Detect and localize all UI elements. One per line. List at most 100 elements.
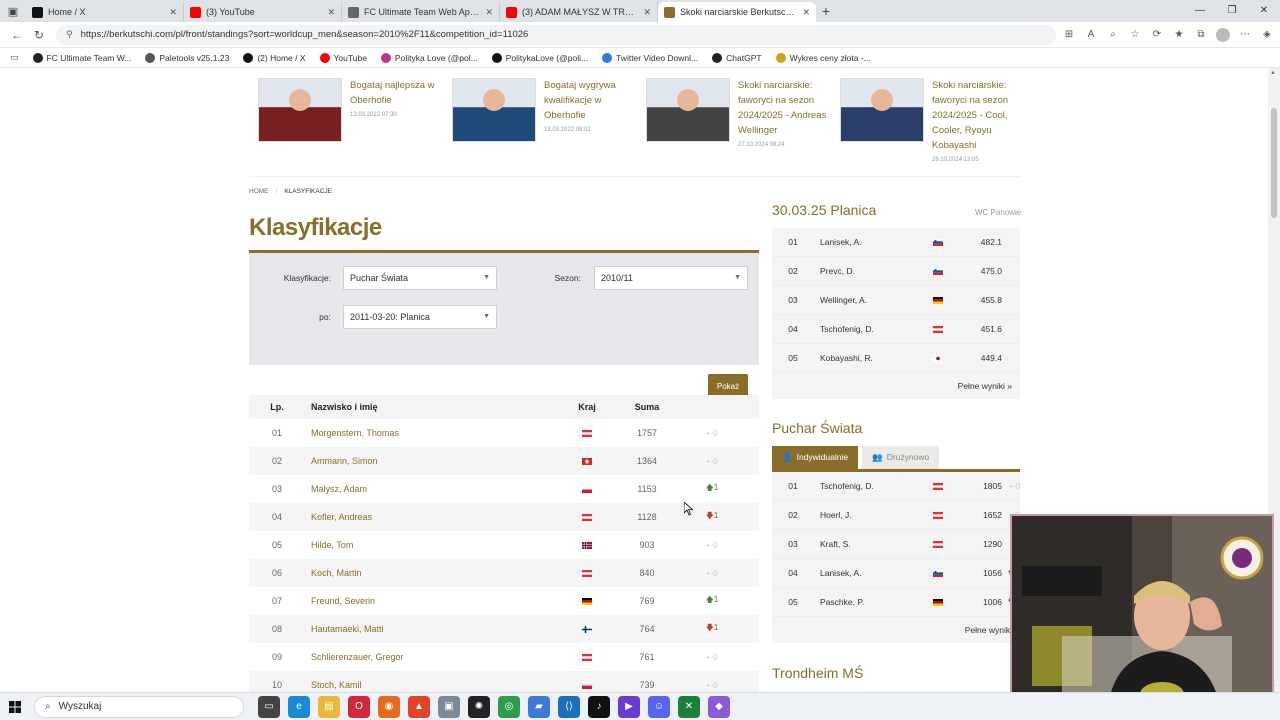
photos-icon[interactable]: ▣ [438, 695, 460, 718]
discord-icon[interactable]: ☺ [648, 695, 670, 718]
season-select[interactable]: 2010/11 ▼ [594, 266, 748, 290]
header-country[interactable]: Kraj [557, 402, 617, 412]
favorite-star-icon[interactable]: ☆ [1128, 29, 1142, 40]
browser-tab[interactable]: Skoki narciarskie Berkutschi.com ✕ [658, 2, 816, 22]
close-tab-icon[interactable]: ✕ [485, 7, 493, 18]
bookmark-item[interactable]: Paletools v25.1.23 [145, 52, 229, 63]
news-item[interactable]: Bogataj najlepsza w Oberhofie 13.03.2022 … [258, 78, 440, 158]
close-tab-icon[interactable]: ✕ [169, 7, 177, 18]
reload-button[interactable]: ↻ [28, 28, 50, 42]
site-info-icon[interactable]: ⚲ [66, 29, 73, 40]
more-menu-icon[interactable]: ⋯ [1238, 29, 1252, 40]
close-tab-icon[interactable]: ✕ [802, 7, 810, 18]
scroll-up-icon[interactable]: ▲ [1270, 70, 1276, 76]
maximize-button[interactable]: ❐ [1216, 0, 1248, 22]
athlete-name-link[interactable]: Malysz, Adam [305, 484, 557, 494]
back-button[interactable]: ← [6, 28, 28, 42]
next-event-title[interactable]: Trondheim MŚ [772, 665, 863, 681]
tab-actions-icon[interactable]: ▣ [0, 0, 26, 22]
zoom-icon[interactable]: ⌕ [1106, 29, 1120, 40]
firefox-icon[interactable]: ◉ [378, 695, 400, 718]
taskbar-search[interactable]: ⌕ Wyszukaj [34, 695, 244, 718]
athlete-name[interactable]: Kobayashi, R. [814, 353, 924, 363]
chrome-icon[interactable]: ◎ [498, 695, 520, 718]
bookmarks-menu-icon[interactable]: ▭ [10, 52, 19, 63]
split-view-icon[interactable]: ⊞ [1062, 29, 1076, 40]
edge-icon[interactable]: e [288, 695, 310, 718]
athlete-name-link[interactable]: Morgenstern, Thomas [305, 428, 557, 438]
xbox-icon[interactable]: ✕ [678, 695, 700, 718]
close-window-button[interactable]: ✕ [1248, 0, 1280, 22]
event-full-results-link[interactable]: Pełne wyniki » [772, 373, 1020, 399]
vscode-icon[interactable]: ⟨⟩ [558, 695, 580, 718]
news-item[interactable]: Bogataj wygrywa kwalifikacje w Oberhofie… [452, 78, 634, 158]
premiere-icon[interactable]: ▶ [618, 695, 640, 718]
news-item[interactable]: Skoki narciarskie: faworyci na sezon 202… [840, 78, 1022, 163]
athlete-name-link[interactable]: Freund, Severin [305, 596, 557, 606]
athlete-name[interactable]: Wellinger, A. [814, 295, 924, 305]
task-view-icon[interactable]: ▭ [258, 695, 280, 718]
bookmark-item[interactable]: Twitter Video Downl... [602, 52, 698, 63]
header-lp[interactable]: Lp. [249, 402, 305, 412]
athlete-name[interactable]: Lanisek, A. [814, 237, 924, 247]
athlete-name-link[interactable]: Stoch, Kamil [305, 680, 557, 690]
news-thumbnail[interactable] [258, 78, 342, 142]
classification-select[interactable]: Puchar Świata ▼ [343, 266, 497, 290]
bookmark-item[interactable]: ChatGPT [712, 52, 762, 63]
favorites-icon[interactable]: ★ [1172, 29, 1186, 40]
bookmark-item[interactable]: (2) Home / X [243, 52, 306, 63]
browser-tab[interactable]: (3) YouTube ✕ [184, 2, 342, 22]
news-title[interactable]: Skoki narciarskie: faworyci na sezon 202… [932, 78, 1022, 153]
athlete-name-link[interactable]: Hilde, Tom [305, 540, 557, 550]
tab-individual[interactable]: 👤 Indywidualnie [772, 446, 859, 469]
athlete-name-link[interactable]: Schlierenzauer, Gregor [305, 652, 557, 662]
athlete-name[interactable]: Lanisek, A. [814, 568, 924, 578]
refresh-extension-icon[interactable]: ⟳ [1150, 29, 1164, 40]
breadcrumb-home[interactable]: HOME [249, 188, 269, 195]
browser-tab[interactable]: Home / X ✕ [26, 2, 184, 22]
tiktok-app-icon[interactable]: ♪ [588, 695, 610, 718]
windows-start-icon[interactable] [0, 693, 30, 720]
brave-icon[interactable]: ▲ [408, 695, 430, 718]
competition-date-select[interactable]: 2011-03-20: Planica ▼ [343, 305, 497, 329]
latest-event-title[interactable]: 30.03.25 Planica [772, 202, 876, 218]
news-title[interactable]: Skoki narciarskie: faworyci na sezon 202… [738, 78, 828, 138]
athlete-name[interactable]: Kraft, S. [814, 539, 924, 549]
app-icon[interactable]: ◆ [708, 695, 730, 718]
browser-tab[interactable]: FC Ultimate Team Web App - EA ✕ [342, 2, 500, 22]
bookmark-item[interactable]: FC Ultimate Team W... [32, 52, 131, 63]
athlete-name[interactable]: Prevc, D. [814, 266, 924, 276]
world-cup-full-results-link[interactable]: Pełne wyniki [772, 617, 1020, 643]
news-title[interactable]: Bogataj wygrywa kwalifikacje w Oberhofie [544, 78, 634, 123]
athlete-name[interactable]: Tschofenig, D. [814, 481, 924, 491]
scrollbar-thumb[interactable] [1271, 108, 1277, 218]
opera-icon[interactable]: O [348, 695, 370, 718]
athlete-name-link[interactable]: Kofler, Andreas [305, 512, 557, 522]
browser-tab[interactable]: (3) ADAM MAŁYSZ W TRONDHE ✕ [500, 2, 658, 22]
close-tab-icon[interactable]: ✕ [327, 7, 335, 18]
bookmark-item[interactable]: YouTube [319, 52, 367, 63]
file-explorer-icon[interactable]: ▤ [318, 695, 340, 718]
athlete-name[interactable]: Hoerl, J. [814, 510, 924, 520]
new-tab-button[interactable]: + [816, 3, 836, 19]
header-total[interactable]: Suma [617, 402, 677, 412]
bookmark-item[interactable]: PolitykaLove (@poli... [491, 52, 588, 63]
tab-team[interactable]: 👥 Drużynowo [862, 446, 940, 469]
header-name[interactable]: Nazwisko i imię [305, 402, 557, 412]
athlete-name[interactable]: Tschofenig, D. [814, 324, 924, 334]
minimize-button[interactable]: — [1184, 0, 1216, 22]
close-tab-icon[interactable]: ✕ [643, 7, 651, 18]
athlete-name-link[interactable]: Ammann, Simon [305, 456, 557, 466]
store-icon[interactable]: ▰ [528, 695, 550, 718]
athlete-name-link[interactable]: Koch, Martin [305, 568, 557, 578]
news-title[interactable]: Bogataj najlepsza w Oberhofie [350, 78, 440, 108]
url-field[interactable]: ⚲ https://berkutschi.com/pl/front/standi… [56, 24, 1056, 45]
athlete-name-link[interactable]: Hautamaeki, Matti [305, 624, 557, 634]
collections-icon[interactable]: ⧉ [1194, 29, 1208, 40]
copilot-icon[interactable]: ◈ [1260, 29, 1274, 40]
profile-avatar[interactable] [1216, 27, 1230, 42]
athlete-name[interactable]: Paschke, P. [814, 597, 924, 607]
news-thumbnail[interactable] [646, 78, 730, 142]
news-thumbnail[interactable] [840, 78, 924, 142]
news-thumbnail[interactable] [452, 78, 536, 142]
